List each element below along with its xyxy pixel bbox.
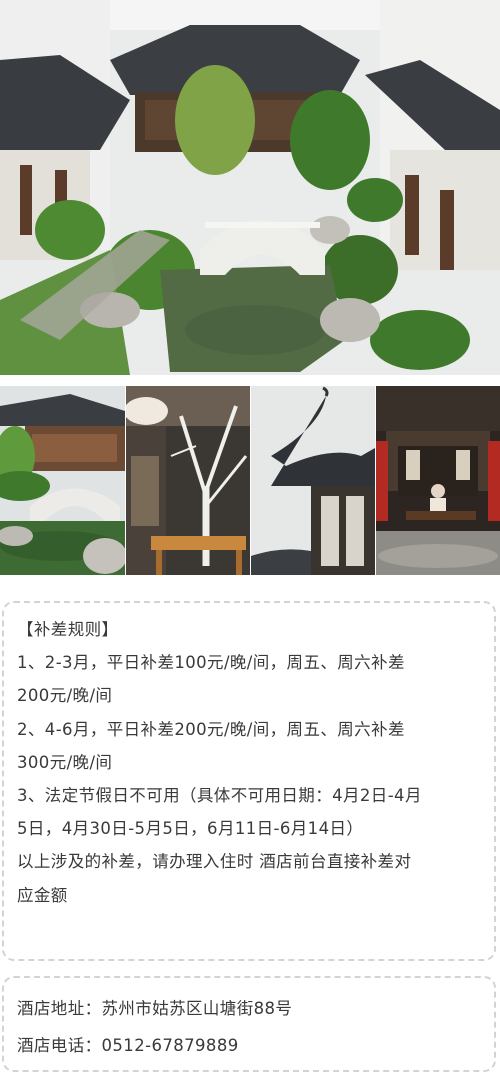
rules-line: 5日，4月30日-5月5日，6月11日-6月14日）	[17, 819, 364, 839]
rules-line: 200元/晚/间	[17, 686, 113, 706]
thumbnail-3	[251, 386, 375, 575]
rules-line: 3、法定节假日不可用（具体不可用日期：4月2日-4月	[17, 786, 422, 806]
rules-line: 应金额	[17, 885, 68, 905]
rules-line: 300元/晚/间	[17, 752, 113, 772]
tea-room-tree-photo	[126, 386, 250, 575]
hero-photo	[0, 0, 500, 375]
courtyard-garden-photo	[0, 0, 500, 375]
thumbnail-4	[376, 386, 500, 575]
hotel-info-card: 酒店地址：苏州市姑苏区山塘街88号 酒店电话：0512-67879889	[2, 976, 496, 1072]
rules-card: 【补差规则】 1、2-3月，平日补差100元/晚/间，周五、周六补差 200元/…	[2, 601, 496, 961]
thumbnail-strip	[0, 386, 500, 575]
rules-line: 2、4-6月，平日补差200元/晚/间，周五、周六补差	[17, 719, 405, 739]
hotel-phone[interactable]: 酒店电话：0512-67879889	[17, 1027, 481, 1064]
thumbnail-2	[126, 386, 250, 575]
rules-line: 以上涉及的补差，请办理入住时 酒店前台直接补差对	[17, 852, 412, 872]
guqin-player-hall-photo	[376, 386, 500, 575]
upturned-eave-photo	[251, 386, 375, 575]
thumbnail-1	[0, 386, 125, 575]
rules-title: 【补差规则】	[17, 620, 119, 639]
bridge-pond-photo	[0, 386, 125, 575]
hotel-address: 酒店地址：苏州市姑苏区山塘街88号	[17, 999, 293, 1018]
rules-line: 1、2-3月，平日补差100元/晚/间，周五、周六补差	[17, 653, 405, 673]
